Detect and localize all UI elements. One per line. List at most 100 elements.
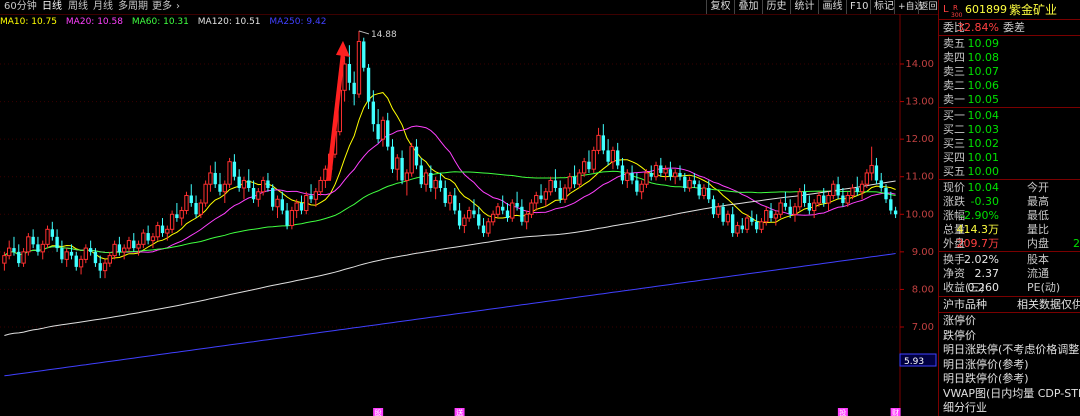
mark-button[interactable]: 标记 — [870, 0, 894, 14]
bid-row-value: 10.00 — [967, 165, 1000, 178]
candle-body — [380, 119, 386, 140]
candle-body — [189, 195, 193, 204]
ma20-label: MA20: 10.58 — [65, 17, 123, 27]
candle-body — [773, 213, 778, 219]
candle-body — [443, 187, 447, 204]
candle-body — [769, 210, 773, 219]
candle-body — [150, 236, 156, 242]
candle-body — [31, 236, 35, 245]
drawline-button[interactable]: 画线 — [818, 0, 846, 14]
candle-body — [17, 251, 21, 264]
candle-body — [630, 172, 634, 181]
candle-body — [88, 248, 93, 252]
candle-body — [280, 199, 284, 211]
candle-body — [884, 187, 888, 200]
candle-body — [64, 251, 69, 260]
trend-arrow-icon — [325, 52, 345, 181]
period-multi[interactable]: 多周期 — [118, 0, 148, 14]
candle-body — [26, 236, 31, 253]
axis-label: 11.00 — [905, 172, 934, 183]
candle-body — [711, 199, 716, 215]
back-button[interactable]: 返回 — [918, 0, 938, 14]
f10-button[interactable]: F10 — [846, 0, 870, 14]
stat2-row-value: 2.37 — [974, 267, 1000, 280]
stat2-row-value: 0.260 — [967, 281, 1000, 294]
stat-row-label2: 今开 — [1027, 181, 1049, 194]
candle-body — [122, 247, 127, 253]
candle-body — [395, 157, 400, 170]
candle-body — [136, 243, 141, 249]
candle-body — [606, 150, 610, 162]
candle-body — [759, 221, 764, 230]
candle-body — [404, 172, 410, 181]
candle-body — [362, 41, 366, 68]
price-tag: 5.93 — [904, 357, 924, 367]
kline-chart[interactable]: 14.00 13.00 12.00 11.00 10.00 9.00 8.00 7.00 5.9… — [0, 0, 938, 416]
candle-body — [683, 176, 687, 188]
history-button[interactable]: 历史 — [762, 0, 790, 14]
weicha-label: 委差 — [1003, 21, 1025, 34]
candle-body — [55, 236, 59, 249]
candle-body — [251, 187, 256, 200]
candle-body — [811, 202, 817, 212]
candle-body — [60, 248, 64, 260]
candle-body — [687, 179, 692, 189]
candle-body — [822, 195, 826, 204]
stat-row-value2: 2 — [1073, 237, 1080, 250]
candle-body — [591, 149, 596, 170]
overlay-button[interactable]: 叠加 — [734, 0, 762, 14]
quote-panel: L R 300 601899 紫金矿业 委比 32.84% 委差 卖五 10.09… — [938, 0, 1080, 416]
candle-body — [481, 225, 486, 234]
candle-body — [764, 210, 769, 223]
weibi-value: 32.84% — [957, 21, 999, 34]
candle-body — [889, 199, 893, 211]
candle-body — [36, 244, 40, 252]
stat-row-label2: 内盘 — [1027, 237, 1049, 250]
candle-body — [12, 248, 16, 252]
candle-body — [414, 146, 419, 166]
axis-label: 8.00 — [912, 284, 934, 295]
period-monthly[interactable]: 月线 — [93, 0, 113, 14]
candle-body — [836, 184, 840, 196]
candle-body — [275, 198, 280, 208]
candle-body — [807, 203, 812, 211]
info-line-text: 明日涨停价(参考) — [943, 357, 1029, 371]
candle-body — [524, 213, 529, 223]
fuquan-button[interactable]: 复权 — [706, 0, 734, 14]
candle-body — [616, 150, 620, 166]
tab-related-data[interactable]: 相关数据仅供 — [1017, 298, 1080, 311]
candle-body — [572, 176, 577, 185]
info-line-text: 涨停价 — [943, 314, 976, 327]
candle-body — [783, 203, 788, 207]
candle-body — [227, 161, 232, 185]
tab-sh-market[interactable]: 沪市品种 — [943, 298, 987, 311]
candle-body — [256, 191, 261, 200]
candle-body — [673, 172, 678, 178]
chevron-right-icon[interactable]: › — [176, 0, 180, 14]
candle-body — [69, 251, 74, 256]
candle-body — [107, 255, 112, 264]
candle-body — [635, 180, 639, 192]
candle-body — [112, 243, 117, 257]
stat2-row-label2: 股本 — [1027, 253, 1049, 266]
candle-body — [735, 225, 740, 234]
candle-body — [663, 168, 668, 174]
candle-body — [649, 172, 653, 177]
candle-body — [318, 179, 323, 193]
arrow-head-icon — [335, 40, 350, 57]
candle-body — [754, 221, 759, 230]
candle-body — [342, 63, 347, 91]
candle-body — [141, 232, 146, 245]
candle-body — [83, 247, 89, 260]
period-weekly[interactable]: 周线 — [68, 0, 88, 14]
stat-row-label2: 量比 — [1027, 223, 1049, 236]
candle-body — [208, 172, 213, 185]
candle-body — [423, 172, 429, 185]
period-60min[interactable]: 60分钟 — [4, 0, 37, 14]
stats-button[interactable]: 统计 — [790, 0, 818, 14]
candle-body — [879, 180, 883, 188]
period-daily[interactable]: 日线 — [42, 0, 62, 14]
ma250-label: MA250: 9.42 — [269, 17, 327, 27]
period-more[interactable]: 更多 — [152, 0, 172, 14]
add-watchlist-button[interactable]: +自选 — [894, 0, 924, 14]
